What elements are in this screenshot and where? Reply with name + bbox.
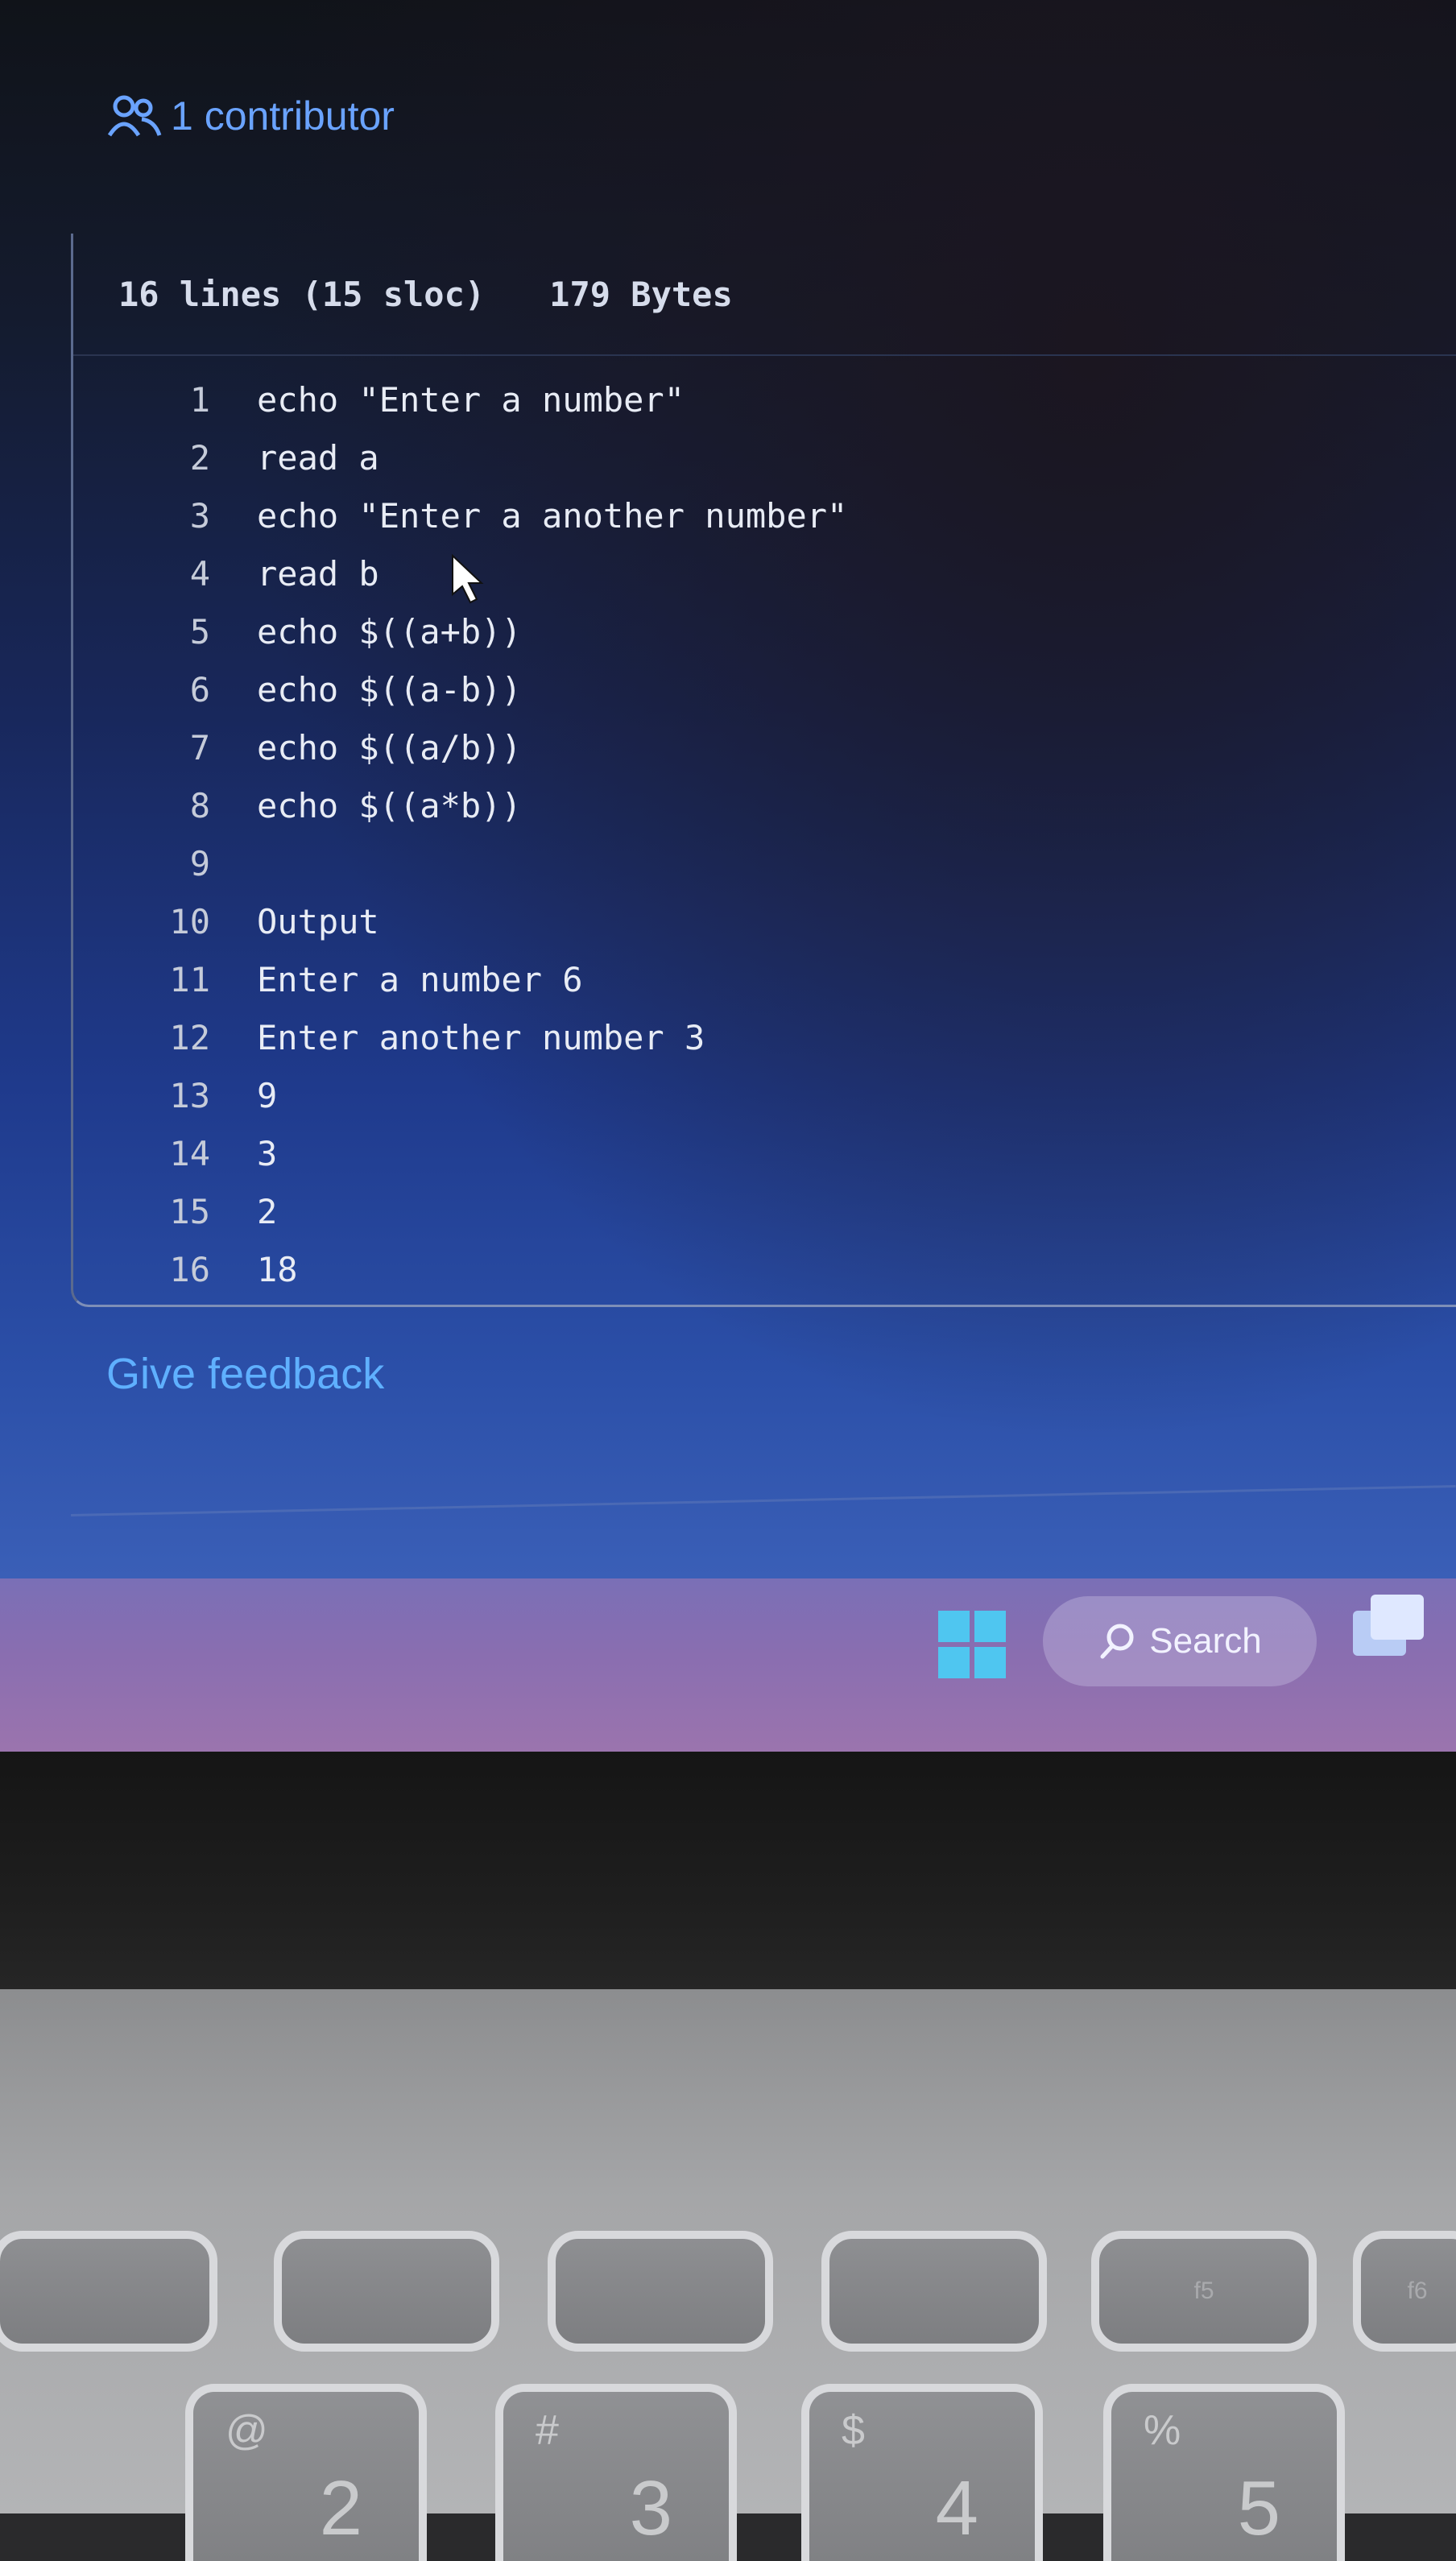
function-key[interactable]	[274, 2231, 499, 2352]
code-block[interactable]: 1 echo "Enter a number" 2 read a 3 echo "Ente…	[73, 370, 1442, 1298]
code-text: echo $((a/b))	[257, 727, 522, 767]
file-size: 179 Bytes	[549, 274, 733, 314]
line-number[interactable]: 1	[73, 380, 257, 420]
code-text: echo $((a*b))	[257, 785, 522, 825]
code-line: 2 read a	[73, 428, 1442, 486]
function-key[interactable]	[821, 2231, 1047, 2352]
key-4[interactable]: $ 4	[801, 2384, 1043, 2561]
function-key[interactable]	[0, 2231, 217, 2352]
line-number[interactable]: 3	[73, 496, 257, 536]
code-line: 13 9	[73, 1066, 1442, 1124]
code-line: 15 2	[73, 1182, 1442, 1240]
key-3[interactable]: # 3	[495, 2384, 737, 2561]
code-line: 6 echo $((a-b))	[73, 660, 1442, 718]
file-info-bar: 16 lines (15 sloc) 179 Bytes	[73, 234, 1456, 356]
function-key[interactable]: f5	[1091, 2231, 1317, 2352]
line-number[interactable]: 9	[73, 844, 257, 883]
code-text: echo $((a-b))	[257, 669, 522, 710]
code-line: 1 echo "Enter a number"	[73, 370, 1442, 428]
code-line: 10 Output	[73, 892, 1442, 950]
code-text: Output	[257, 901, 379, 941]
function-key[interactable]	[548, 2231, 773, 2352]
code-text: echo "Enter a another number"	[257, 495, 848, 536]
task-view-icon	[1371, 1595, 1424, 1640]
code-text: Enter another number 3	[257, 1017, 705, 1057]
line-number[interactable]: 4	[73, 554, 257, 594]
code-text: 9	[257, 1075, 278, 1115]
code-line: 8 echo $((a*b))	[73, 776, 1442, 834]
code-line: 7 echo $((a/b))	[73, 718, 1442, 776]
search-icon	[1100, 1624, 1134, 1659]
windows-logo-tile	[938, 1611, 970, 1642]
code-text: read a	[257, 437, 379, 478]
give-feedback-link[interactable]: Give feedback	[106, 1349, 384, 1399]
line-number[interactable]: 14	[73, 1134, 257, 1173]
start-button[interactable]	[938, 1611, 1006, 1678]
line-number[interactable]: 15	[73, 1192, 257, 1231]
line-number[interactable]: 12	[73, 1018, 257, 1057]
code-line: 11 Enter a number 6	[73, 950, 1442, 1008]
line-number[interactable]: 8	[73, 786, 257, 825]
monitor-screen: 1 contributor 16 lines (15 sloc) 179 Byt…	[0, 0, 1456, 1752]
code-line: 12 Enter another number 3	[73, 1008, 1442, 1066]
line-number[interactable]: 11	[73, 960, 257, 999]
laptop-bezel	[0, 1752, 1456, 1993]
taskbar-search[interactable]: Search	[1043, 1596, 1317, 1686]
code-line: 3 echo "Enter a another number"	[73, 486, 1442, 544]
line-number[interactable]: 2	[73, 438, 257, 478]
code-text: 3	[257, 1133, 278, 1173]
code-text: read b	[257, 553, 379, 594]
task-view-button[interactable]	[1353, 1595, 1425, 1659]
line-number[interactable]: 16	[73, 1250, 257, 1289]
code-line: 9	[73, 834, 1442, 892]
code-text: echo "Enter a number"	[257, 379, 685, 420]
code-line: 5 echo $((a+b))	[73, 602, 1442, 660]
code-line: 14 3	[73, 1124, 1442, 1182]
code-line: 16 18	[73, 1240, 1442, 1298]
file-viewer: 16 lines (15 sloc) 179 Bytes 1 echo "Ente…	[71, 234, 1456, 1307]
line-number[interactable]: 6	[73, 670, 257, 710]
code-text: echo $((a+b))	[257, 611, 522, 652]
code-text: Enter a number 6	[257, 959, 583, 999]
line-number[interactable]: 5	[73, 612, 257, 652]
contributors-link[interactable]: 1 contributor	[106, 87, 395, 145]
code-text: 2	[257, 1191, 278, 1231]
line-number[interactable]: 7	[73, 728, 257, 767]
contributors-label: 1 contributor	[171, 93, 395, 139]
key-5[interactable]: % 5	[1103, 2384, 1345, 2561]
windows-logo-tile	[938, 1647, 970, 1678]
key-2[interactable]: @ 2	[185, 2384, 427, 2561]
people-icon	[107, 95, 162, 137]
line-number[interactable]: 13	[73, 1076, 257, 1115]
windows-logo-tile	[974, 1647, 1006, 1678]
line-number[interactable]: 10	[73, 902, 257, 941]
mouse-pointer-icon	[452, 554, 484, 604]
function-key[interactable]: f6	[1353, 2231, 1456, 2352]
search-label: Search	[1149, 1621, 1262, 1661]
taskbar: Search	[0, 1578, 1456, 1752]
line-count: 16 lines (15 sloc)	[118, 274, 486, 314]
footer-divider	[70, 1484, 1456, 1516]
windows-logo-tile	[974, 1611, 1006, 1642]
code-text: 18	[257, 1249, 298, 1289]
code-line: 4 read b	[73, 544, 1442, 602]
